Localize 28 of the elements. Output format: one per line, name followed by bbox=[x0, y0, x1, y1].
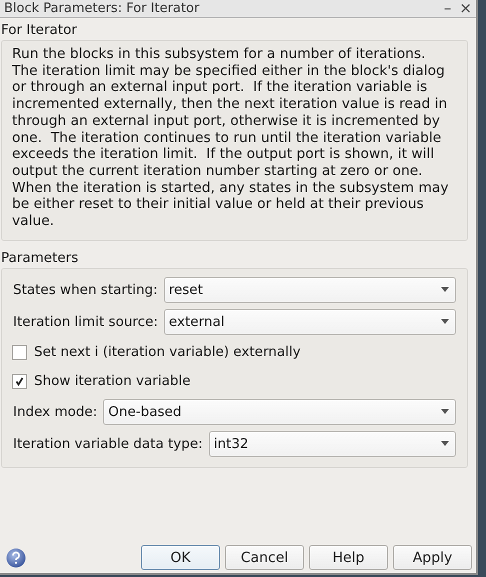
dialog-button[interactable]: Apply bbox=[393, 545, 472, 570]
dropdown-arrow-icon bbox=[441, 441, 449, 446]
field-label: States when starting: bbox=[13, 282, 158, 298]
dropdown[interactable]: One-based bbox=[103, 398, 456, 425]
block-name: For Iterator bbox=[1, 22, 78, 38]
close-button[interactable]: × bbox=[459, 1, 472, 16]
description-text: Run the blocks in this subsystem for a number of iterations. The iteration limit may be specified either in the block's dialog or through an external input port. If the iteration variable is incremented externally, then the next iteration value is read in through an external input port, otherwise it is incremented by one. The iteration continues to run until the iteration variable exceeds the iteration limit. If the output port is shown, it will output the current iteration number starting at zero or one. When the iteration is started, any states in the subsystem may be either reset to their initial value or held at their previous value. bbox=[11, 45, 450, 232]
dialog-button[interactable]: OK bbox=[141, 545, 220, 570]
check-icon bbox=[15, 376, 24, 386]
field-label: Iteration limit source: bbox=[13, 314, 158, 330]
dropdown-arrow-icon bbox=[441, 287, 449, 292]
dialog-button[interactable]: Cancel bbox=[225, 545, 304, 570]
field-label: Index mode: bbox=[13, 404, 98, 420]
checkbox[interactable] bbox=[12, 344, 27, 360]
dialog-button[interactable]: Help bbox=[309, 545, 388, 570]
dropdown[interactable]: external bbox=[164, 308, 456, 335]
dropdown[interactable]: reset bbox=[164, 276, 456, 303]
checkbox[interactable] bbox=[12, 374, 27, 389]
window-title: Block Parameters: For Iterator bbox=[4, 1, 200, 16]
section-title: Parameters bbox=[1, 250, 80, 266]
dropdown-arrow-icon bbox=[441, 319, 449, 324]
checkbox-label: Show iteration variable bbox=[34, 373, 191, 390]
minimize-button[interactable]: – bbox=[444, 1, 452, 16]
dropdown[interactable]: int32 bbox=[208, 430, 456, 457]
help-icon[interactable] bbox=[6, 548, 26, 568]
checkbox-label: Set next i (iteration variable) externally bbox=[34, 344, 301, 360]
dropdown-arrow-icon bbox=[441, 409, 449, 414]
field-label: Iteration variable data type: bbox=[13, 436, 203, 452]
